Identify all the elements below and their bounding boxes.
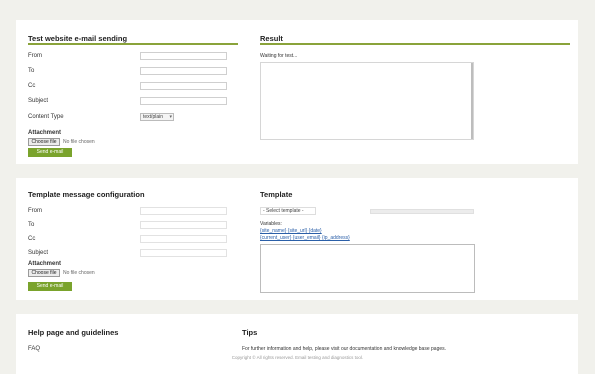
tips-text: For further information and help, please…: [242, 346, 447, 352]
email-test-title: Test website e-mail sending: [28, 34, 128, 43]
template-select[interactable]: - Select template -: [260, 207, 316, 215]
result-title-rule: [260, 43, 570, 45]
tpl-subject-input[interactable]: [140, 249, 227, 257]
template-config-panel: Template message configuration From To C…: [16, 178, 578, 300]
cc-input[interactable]: [140, 82, 227, 90]
from-input[interactable]: [140, 52, 227, 60]
attachment-label: Attachment: [28, 130, 62, 136]
variables-link-2[interactable]: {current_user} {user_email} {ip_address}: [260, 235, 350, 241]
help-title: Help page and guidelines: [28, 328, 119, 337]
tpl-from-input[interactable]: [140, 207, 227, 215]
template-select-value: - Select template -: [263, 208, 304, 214]
tpl-attachment-label: Attachment: [28, 261, 62, 267]
send-email-button[interactable]: Send e-mail: [28, 148, 72, 157]
content-type-label: Content Type: [28, 114, 64, 120]
tpl-choose-file-button[interactable]: Choose file: [28, 269, 60, 277]
tpl-from-label: From: [28, 208, 42, 214]
tpl-to-label: To: [28, 222, 35, 228]
result-output-box: [260, 62, 474, 140]
from-label: From: [28, 53, 42, 59]
content-type-select[interactable]: text/plain ▾: [140, 113, 174, 121]
variables-label: Variables:: [260, 221, 282, 227]
to-label: To: [28, 68, 35, 74]
tips-title: Tips: [242, 328, 258, 337]
template-config-title: Template message configuration: [28, 190, 145, 199]
variables-link-1[interactable]: {site_name} {site_url} {date}: [260, 228, 322, 234]
page-footer: Copyright © All rights reserved. Email t…: [231, 355, 364, 360]
help-panel: Help page and guidelines FAQ Tips For fu…: [16, 314, 578, 374]
chevron-down-icon: ▾: [169, 114, 172, 120]
tpl-no-file-text: No file chosen: [63, 270, 95, 276]
subject-label: Subject: [28, 98, 49, 104]
subject-input[interactable]: [140, 97, 227, 105]
content-type-value: text/plain: [143, 114, 164, 120]
email-test-panel: Test website e-mail sending From To Cc S…: [16, 20, 578, 164]
no-file-text: No file chosen: [63, 139, 95, 145]
tpl-to-input[interactable]: [140, 221, 227, 229]
tpl-subject-label: Subject: [28, 250, 49, 256]
result-title: Result: [260, 34, 283, 43]
cc-label: Cc: [28, 83, 36, 89]
template-title: Template: [260, 190, 293, 199]
help-faq-label: FAQ: [28, 346, 41, 352]
result-text: Waiting for test...: [260, 53, 298, 59]
choose-file-button[interactable]: Choose file: [28, 138, 60, 146]
tpl-cc-label: Cc: [28, 236, 36, 242]
template-body-textarea[interactable]: [260, 244, 475, 293]
to-input[interactable]: [140, 67, 227, 75]
template-progress-bar: [370, 209, 474, 214]
email-test-title-rule: [28, 43, 238, 45]
tpl-cc-input[interactable]: [140, 235, 227, 243]
tpl-send-email-button[interactable]: Send e-mail: [28, 282, 72, 291]
